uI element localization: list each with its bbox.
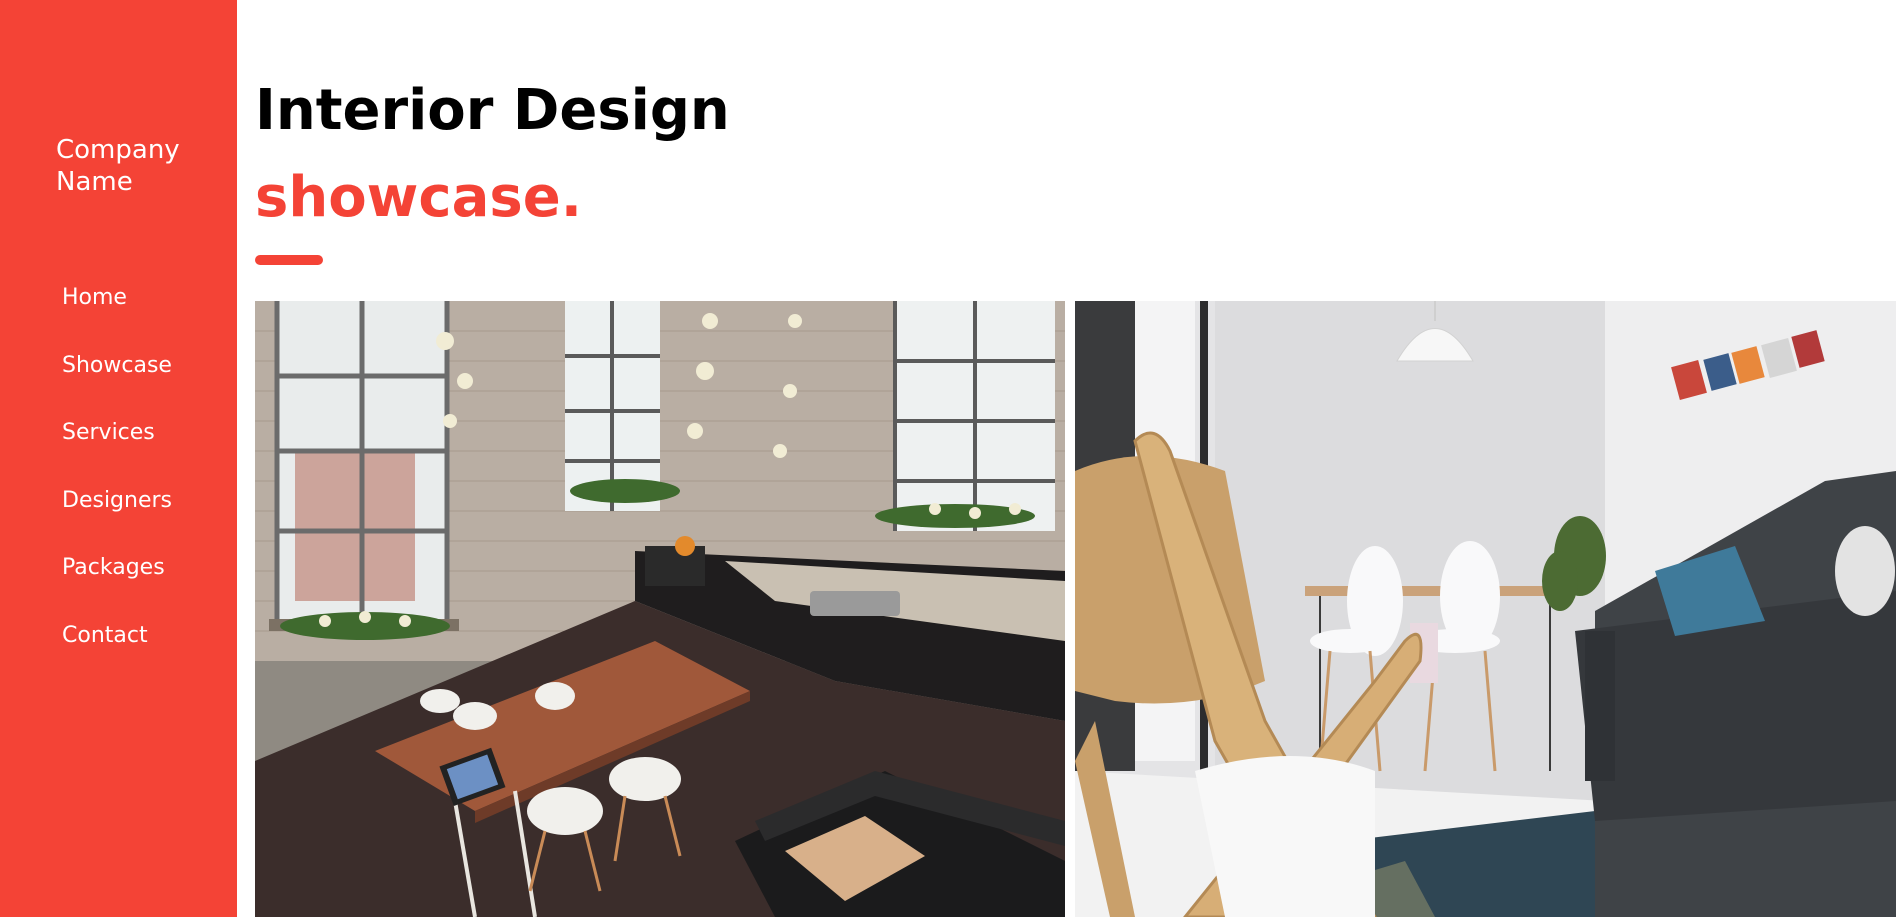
nav-designers[interactable]: Designers [62,481,172,521]
nav-home[interactable]: Home [62,278,127,318]
page-title: Interior Design [255,78,730,143]
main-content: Interior Design showcase. [237,0,1896,917]
showcase-image-living-room[interactable] [1075,301,1896,917]
sidebar: Company Name Home Showcase Services Desi… [0,0,237,917]
company-name: Company Name [56,135,180,197]
nav-packages[interactable]: Packages [62,548,165,588]
nav-services[interactable]: Services [62,413,155,453]
nav-contact[interactable]: Contact [62,616,148,656]
showcase-image-loft-kitchen[interactable] [255,301,1065,917]
accent-divider [255,255,323,265]
page-subtitle: showcase. [255,165,582,230]
main-nav: Home Showcase Services Designers Package… [62,278,172,683]
nav-showcase[interactable]: Showcase [62,346,172,386]
